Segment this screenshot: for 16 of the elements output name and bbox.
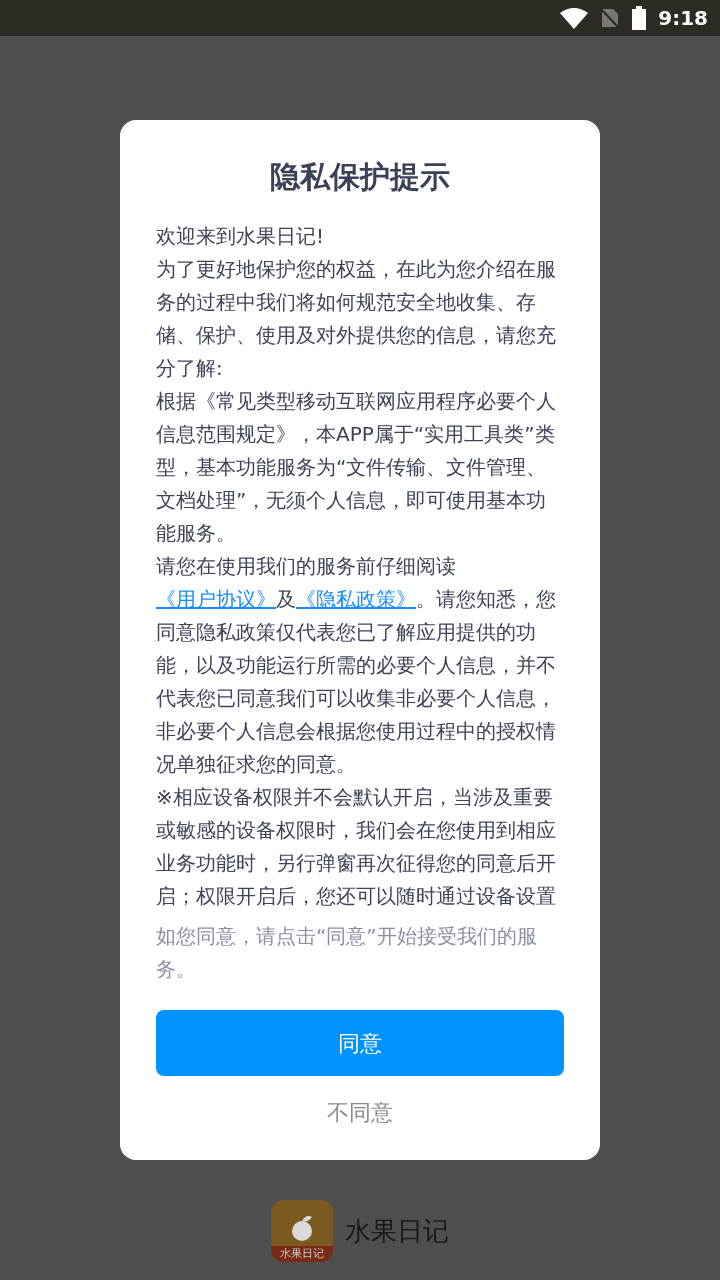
policy-link[interactable]: 《隐私政策》	[296, 587, 416, 611]
body-paragraph: 根据《常见类型移动互联网应用程序必要个人信息范围规定》，本APP属于“实用工具类”类型，基本功能服务为“文件传输、文件管理、文档处理”，无须个人信息，即可使用基本功能服务。	[156, 388, 557, 547]
disagree-button[interactable]: 不同意	[311, 1088, 409, 1137]
wifi-icon	[560, 7, 589, 29]
body-paragraph: 请您在使用我们的服务前仔细阅读 《用户协议》及《隐私政策》。请您知悉，您同意隐私政策仅代表您已了解应用提供的功能，以及功能运行所需的必要个人信息，并不代表您已同意我们可以收集非必要个人信息，非必要个人信息会根据您使用过程中的授权情况单独征求您的同意。	[156, 553, 557, 778]
dialog-title: 隐私保护提示	[269, 158, 451, 196]
no-sim-icon	[600, 7, 621, 29]
app-icon-label: 水果日记	[271, 1246, 333, 1262]
agree-button[interactable]: 同意	[156, 1010, 564, 1076]
body-paragraph: 欢迎来到水果日记!	[156, 223, 326, 250]
battery-icon	[632, 6, 647, 30]
policy-link[interactable]: 《用户协议》	[156, 587, 276, 611]
consent-note: 如您同意，请点击“同意”开始接受我们的服务。	[156, 923, 538, 983]
body-paragraph: ※相应设备权限并不会默认开启，当涉及重要或敏感的设备权限时，我们会在您使用到相应业务功能时，另行弹窗再次征得您的同意后开启；权限开启后，您还可以随时通过设备设置	[156, 784, 557, 908]
body-paragraph: 为了更好地保护您的权益，在此为您介绍在服务的过程中我们将如何规范安全地收集、存储、保护、使用及对外提供您的信息，请您充分了解:	[156, 256, 557, 382]
status-time: 9:18	[658, 5, 708, 32]
